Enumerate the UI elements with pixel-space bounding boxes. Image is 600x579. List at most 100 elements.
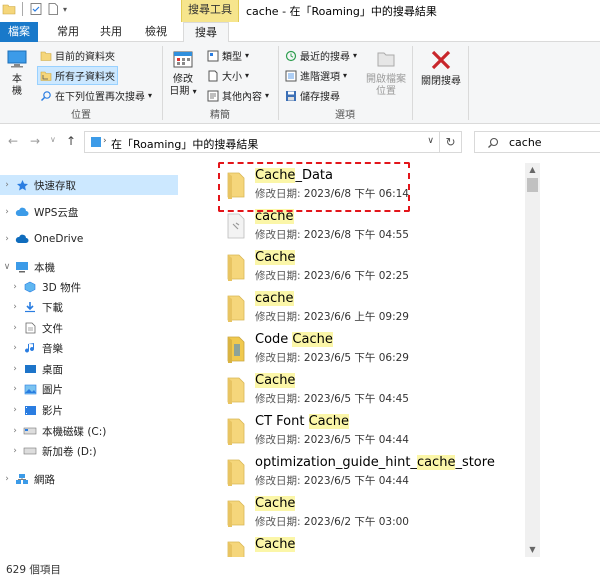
save-search-button[interactable]: 儲存搜尋 xyxy=(285,88,340,103)
nav-item-music[interactable]: › 音樂 xyxy=(0,338,178,358)
all-subfolders-label: 所有子資料夾 xyxy=(55,72,115,83)
vertical-scrollbar[interactable]: ▲ ▼ xyxy=(525,163,540,557)
kind-icon xyxy=(207,50,219,61)
nav-item-pictures[interactable]: › 圖片 xyxy=(0,379,178,399)
refresh-icon[interactable]: ↻ xyxy=(439,132,461,152)
other-properties-button[interactable]: 其他內容 ▾ xyxy=(207,88,269,103)
address-toolbar: ← → ∨ ↑ › 在「Roaming」中的搜尋結果 ∨ ↻ cache xyxy=(0,125,600,159)
nav-item-quick-access[interactable]: › 快速存取 xyxy=(0,175,178,195)
tab-file[interactable]: 檔案 xyxy=(0,22,38,42)
properties-icon[interactable] xyxy=(29,2,43,16)
nav-item-local-disk-c[interactable]: › 本機磁碟 (C:) xyxy=(0,421,178,441)
address-path: 在「Roaming」中的搜尋結果 xyxy=(111,138,259,151)
chevron-down-icon: ▾ xyxy=(343,71,348,80)
nav-item-downloads[interactable]: › 下載 xyxy=(0,297,178,317)
tab-search[interactable]: 搜尋 xyxy=(183,22,229,43)
chevron-right-icon[interactable]: › xyxy=(0,474,14,484)
folder-icon xyxy=(227,418,245,445)
list-item[interactable]: cache 修改日期: 2023/6/6 上午 09:29 xyxy=(225,286,523,327)
date-modified-button[interactable]: 修改 日期 ▾ xyxy=(168,48,198,98)
location-group-label: 位置 xyxy=(71,110,91,121)
current-folder-label: 目前的資料夾 xyxy=(55,52,115,63)
folder-icon xyxy=(40,51,52,61)
forward-arrow-icon[interactable]: → xyxy=(30,134,40,148)
chevron-down-icon[interactable]: ∨ xyxy=(50,135,56,144)
tab-view[interactable]: 檢視 xyxy=(138,22,174,42)
size-button[interactable]: 大小 ▾ xyxy=(207,68,249,83)
file-name: Cache xyxy=(255,496,296,511)
open-file-location-button[interactable]: 開啟檔案 位置 xyxy=(364,48,408,98)
chevron-right-icon[interactable]: › xyxy=(8,302,22,312)
current-folder-button[interactable]: 目前的資料夾 xyxy=(40,48,115,63)
chevron-down-icon[interactable]: ▾ xyxy=(63,5,67,14)
this-pc-button[interactable]: 本 機 xyxy=(4,48,30,98)
nav-item-videos[interactable]: › 影片 xyxy=(0,400,178,420)
nav-item-documents[interactable]: › 文件 xyxy=(0,318,178,338)
navigation-pane: › 快速存取 › WPS云盘 › OneDrive ∨ 本機 › 3D 物件 ›… xyxy=(0,163,184,557)
chevron-right-icon[interactable]: › xyxy=(8,343,22,353)
file-date: 修改日期: 2023/6/6 上午 09:29 xyxy=(255,311,409,323)
chevron-right-icon[interactable]: › xyxy=(8,384,22,394)
list-item[interactable]: Cache 修改日期: 2023/6/5 下午 04:45 xyxy=(225,368,523,409)
nav-item-3d-objects[interactable]: › 3D 物件 xyxy=(0,277,178,297)
video-icon xyxy=(22,403,38,417)
chevron-right-icon: › xyxy=(103,136,107,146)
list-item[interactable]: Cache 修改日期: 2023/6/2 下午 03:00 xyxy=(225,491,523,532)
nav-label: OneDrive xyxy=(34,233,84,245)
tab-share[interactable]: 共用 xyxy=(93,22,129,42)
group-divider xyxy=(412,46,413,120)
folder-icon xyxy=(227,254,245,281)
desktop-icon xyxy=(22,362,38,376)
scrollbar-thumb[interactable] xyxy=(527,178,538,192)
nav-item-this-pc[interactable]: ∨ 本機 xyxy=(0,257,178,277)
new-document-icon[interactable] xyxy=(46,2,60,16)
chevron-down-icon[interactable]: ∨ xyxy=(0,262,14,272)
list-item[interactable]: Cache xyxy=(225,532,523,557)
search-again-button[interactable]: 在下列位置再次搜尋 ▾ xyxy=(40,88,152,103)
nav-item-new-volume-d[interactable]: › 新加卷 (D:) xyxy=(0,441,178,461)
nav-item-onedrive[interactable]: › OneDrive xyxy=(0,229,178,249)
other-properties-label: 其他內容 xyxy=(222,92,262,103)
chevron-right-icon[interactable]: › xyxy=(0,207,14,217)
kind-button[interactable]: 類型 ▾ xyxy=(207,48,249,63)
chevron-right-icon[interactable]: › xyxy=(8,364,22,374)
nav-item-network[interactable]: › 網路 xyxy=(0,469,178,489)
search-input[interactable]: cache xyxy=(509,136,542,149)
advanced-options-button[interactable]: 進階選項 ▾ xyxy=(285,68,347,83)
address-bar[interactable]: › 在「Roaming」中的搜尋結果 ∨ ↻ xyxy=(84,131,462,153)
chevron-right-icon[interactable]: › xyxy=(8,405,22,415)
close-search-button[interactable]: 關閉搜尋 xyxy=(418,48,464,88)
nav-item-wps-cloud[interactable]: › WPS云盘 xyxy=(0,202,178,222)
size-label: 大小 xyxy=(222,72,242,83)
file-date: 修改日期: 2023/6/8 下午 04:55 xyxy=(255,229,409,241)
file-name: CT Font Cache xyxy=(255,414,350,429)
chevron-down-icon[interactable]: ∨ xyxy=(427,136,434,146)
list-item[interactable]: CT Font Cache 修改日期: 2023/6/5 下午 04:44 xyxy=(225,409,523,450)
nav-item-desktop[interactable]: › 桌面 xyxy=(0,359,178,379)
size-icon xyxy=(208,70,218,81)
list-item[interactable]: optimization_guide_hint_cache_store 修改日期… xyxy=(225,450,523,491)
recent-searches-button[interactable]: 最近的搜尋 ▾ xyxy=(285,48,357,63)
up-arrow-icon[interactable]: ↑ xyxy=(66,134,76,148)
refine-group-label: 精簡 xyxy=(210,110,230,121)
recent-searches-icon xyxy=(285,50,297,61)
all-subfolders-button[interactable]: 所有子資料夾 xyxy=(37,66,118,85)
folder-icon xyxy=(227,377,245,404)
chevron-right-icon[interactable]: › xyxy=(0,180,14,190)
chevron-right-icon[interactable]: › xyxy=(8,282,22,292)
scroll-down-icon[interactable]: ▼ xyxy=(525,543,540,557)
back-arrow-icon[interactable]: ← xyxy=(8,134,18,148)
document-icon xyxy=(22,321,38,335)
search-box[interactable]: cache xyxy=(474,131,600,153)
chevron-right-icon[interactable]: › xyxy=(0,234,14,244)
list-item[interactable]: Code Cache 修改日期: 2023/6/5 下午 06:29 xyxy=(225,327,523,368)
toolbar-divider xyxy=(22,2,23,16)
shortcut-folder-icon xyxy=(227,213,245,239)
chevron-right-icon[interactable]: › xyxy=(8,323,22,333)
scroll-up-icon[interactable]: ▲ xyxy=(525,163,540,177)
tab-home[interactable]: 常用 xyxy=(50,22,86,42)
computer-icon xyxy=(7,50,27,68)
chevron-right-icon[interactable]: › xyxy=(8,426,22,436)
chevron-right-icon[interactable]: › xyxy=(8,446,22,456)
list-item[interactable]: Cache 修改日期: 2023/6/6 下午 02:25 xyxy=(225,245,523,286)
